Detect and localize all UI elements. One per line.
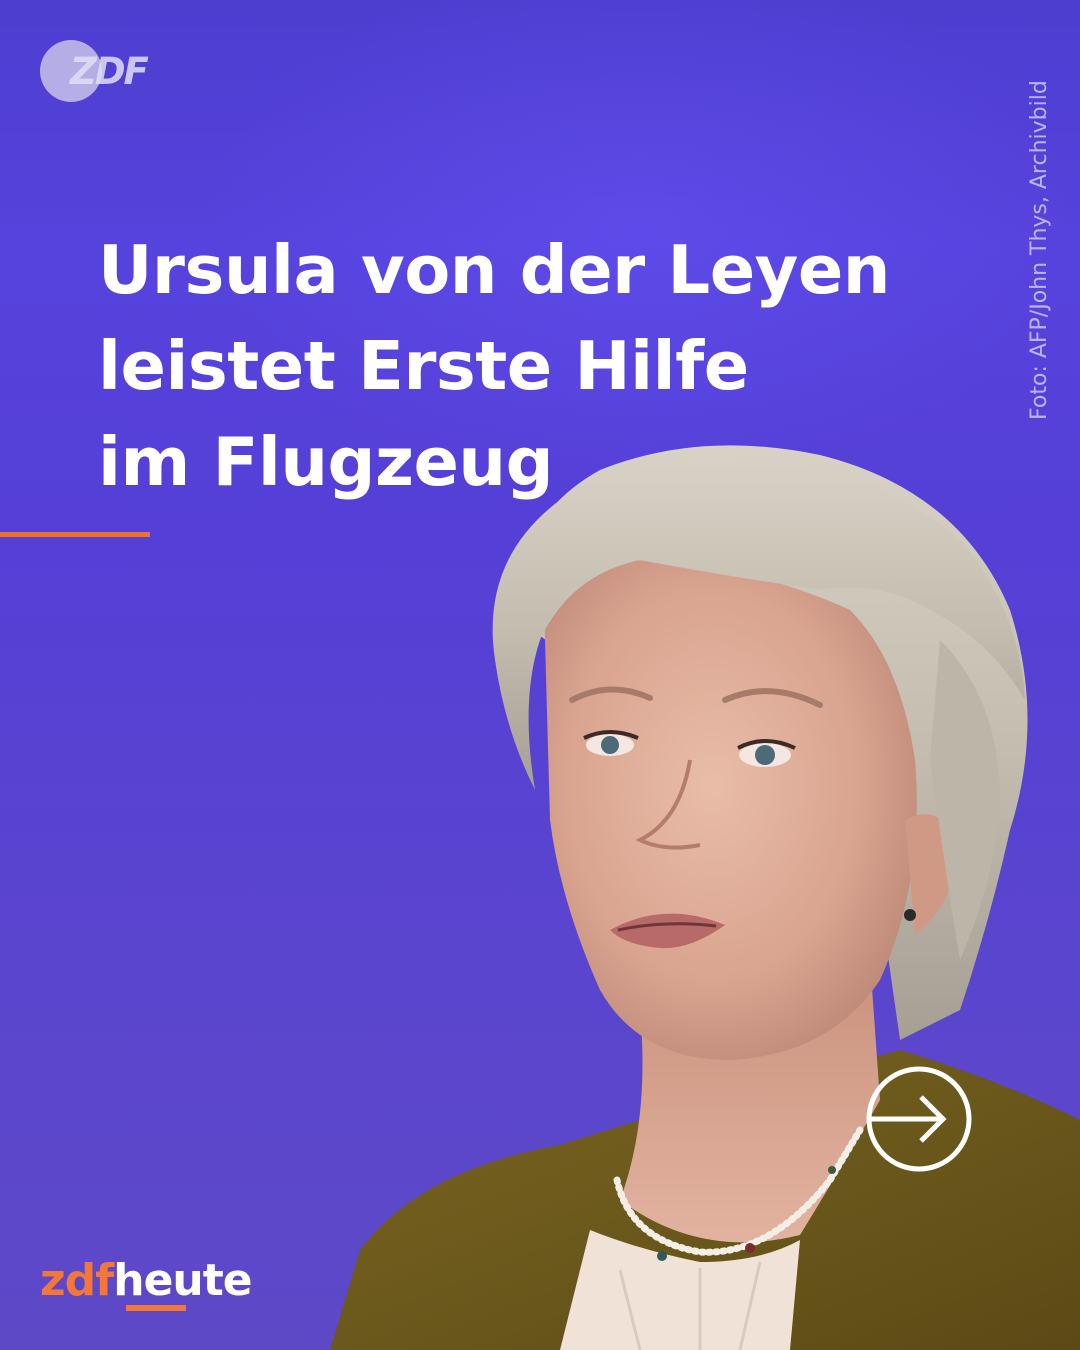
zdfheute-logo: zdfheute: [40, 1255, 253, 1315]
headline: Ursula von der Leyen leistet Erste Hilfe…: [98, 222, 918, 510]
brand-zdf: zdf: [40, 1255, 114, 1306]
arrow-right-circle-icon[interactable]: [865, 1065, 973, 1173]
headline-line-3: im Flugzeug: [98, 423, 554, 501]
headline-line-2: leistet Erste Hilfe: [98, 327, 749, 405]
accent-divider: [0, 532, 150, 537]
brand-heute: heute: [113, 1255, 252, 1306]
headline-line-1: Ursula von der Leyen: [98, 231, 890, 309]
brand-underline: [126, 1305, 186, 1311]
